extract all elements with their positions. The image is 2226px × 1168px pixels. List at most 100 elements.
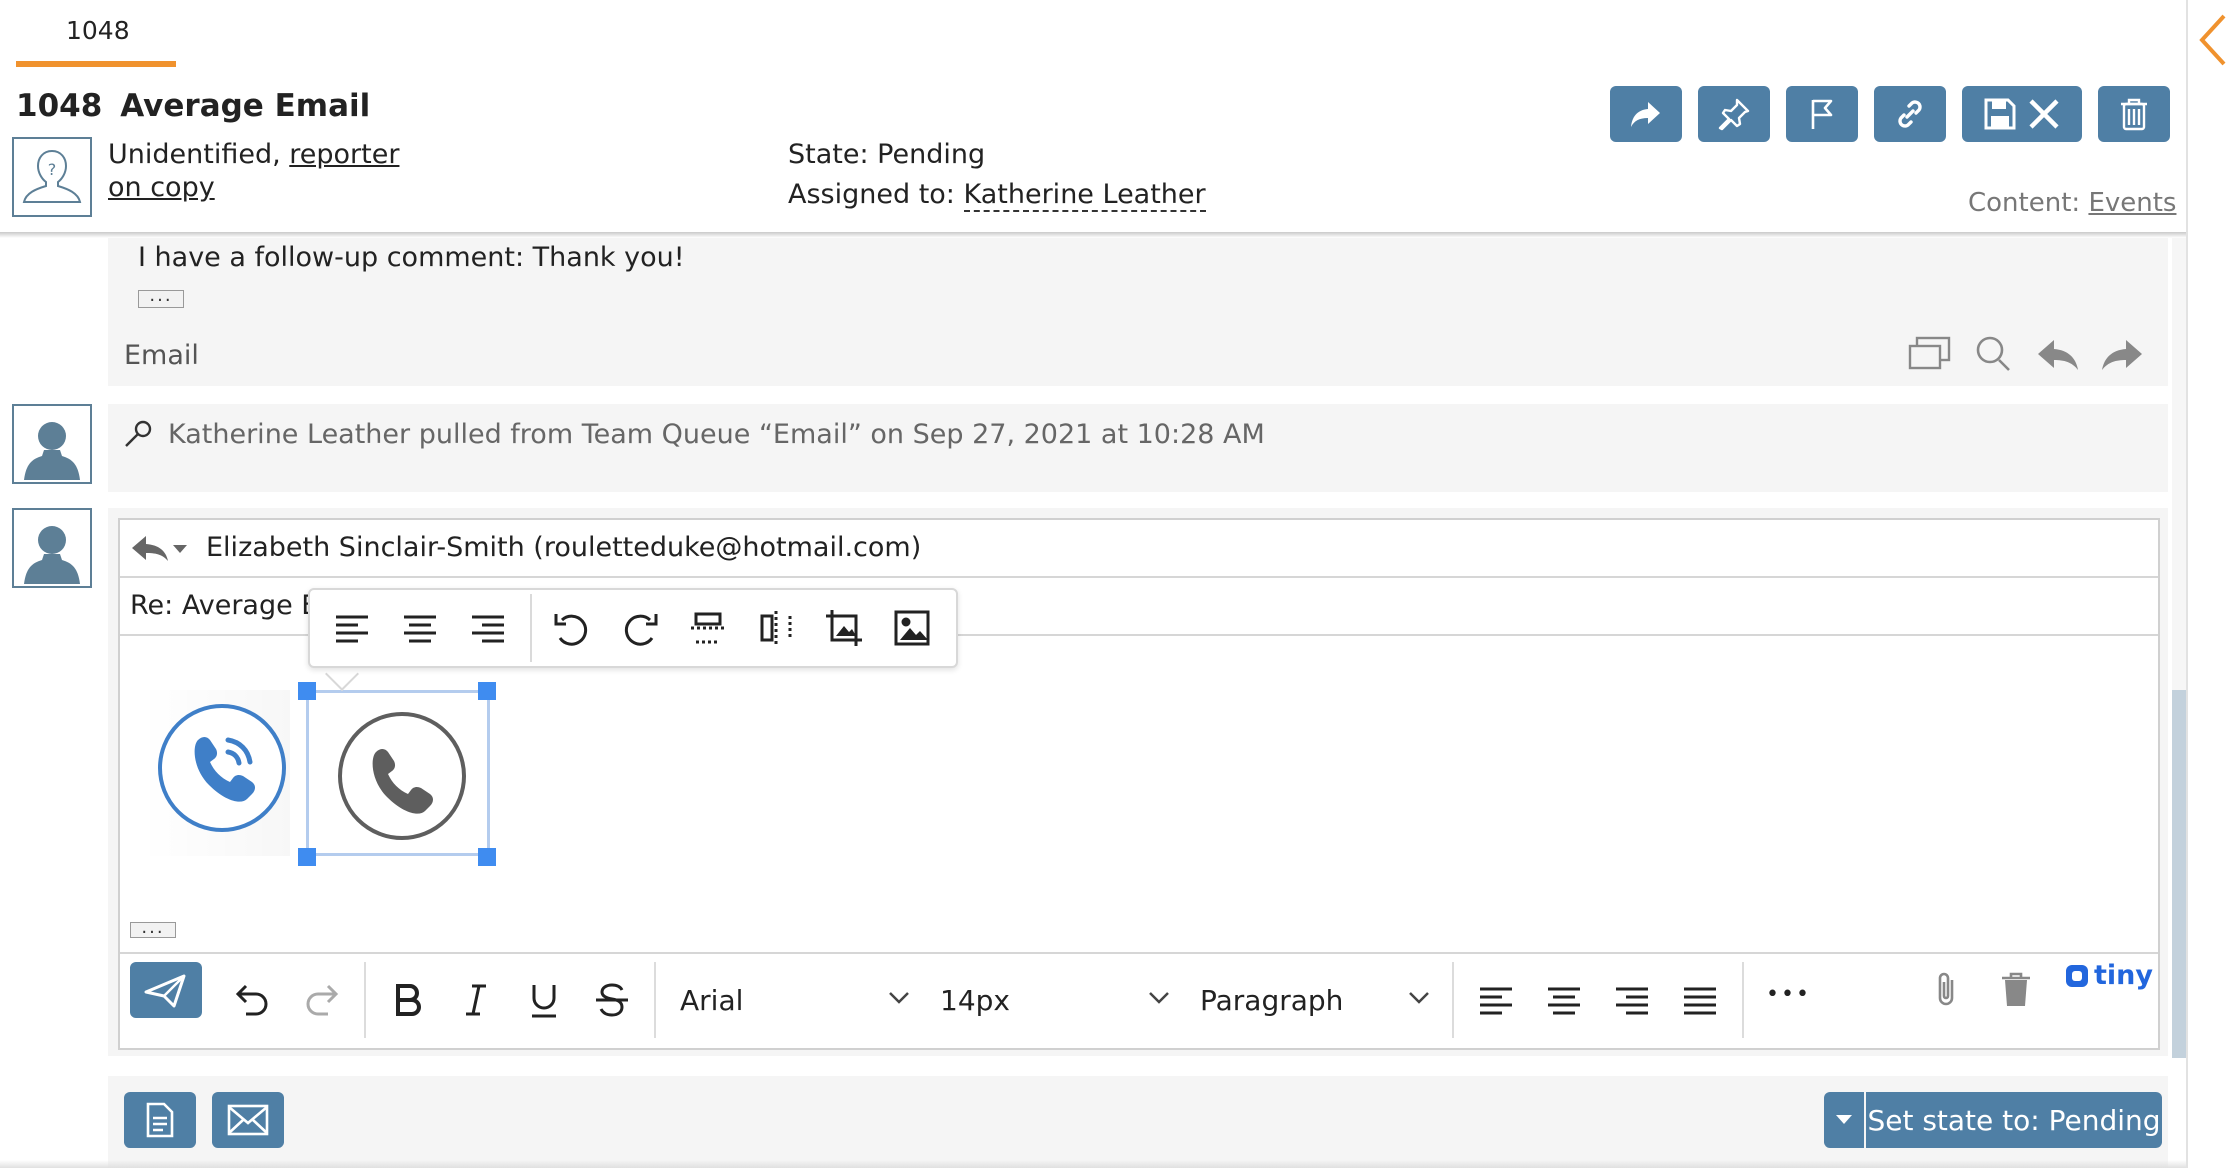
tiny-logo: tiny <box>2064 960 2153 991</box>
toolbar-separator <box>1742 962 1744 1038</box>
close-icon <box>2029 99 2059 129</box>
image-selection-frame[interactable] <box>306 690 490 856</box>
redo-icon[interactable] <box>302 980 342 1020</box>
align-right-icon[interactable] <box>1612 980 1652 1020</box>
envelope-icon <box>227 1104 269 1136</box>
chevron-down-icon[interactable] <box>1148 990 1170 1006</box>
forward-button[interactable] <box>1610 86 1682 142</box>
align-left-icon[interactable] <box>332 608 372 648</box>
svg-text:?: ? <box>48 160 57 179</box>
popout-icon[interactable] <box>1906 334 1954 374</box>
flag-button[interactable] <box>1786 86 1858 142</box>
toolbar-separator <box>1452 962 1454 1038</box>
align-right-icon[interactable] <box>468 608 508 648</box>
save-icon <box>1984 98 2016 130</box>
align-center-icon[interactable] <box>400 608 440 648</box>
magnifier-icon[interactable] <box>1970 334 2018 374</box>
reporter-prefix: Unidentified, <box>108 139 281 170</box>
save-close-button[interactable] <box>1962 86 2082 142</box>
reporter-link-cont[interactable]: on copy <box>108 172 215 203</box>
content-info: Content: Events <box>1968 188 2176 218</box>
agent-avatar <box>12 404 92 484</box>
paperclip-icon[interactable] <box>1928 970 1968 1010</box>
align-justify-icon[interactable] <box>1680 980 1720 1020</box>
reporter-info: Unidentified, reporter <box>108 139 399 170</box>
strikethrough-icon[interactable] <box>592 980 632 1020</box>
ticket-subject: Average Email <box>120 88 371 124</box>
flip-vertical-icon[interactable] <box>688 608 728 648</box>
assigned-info: Assigned to: Katherine Leather <box>788 179 1206 212</box>
rotate-left-icon[interactable] <box>552 608 592 648</box>
chevron-down-icon <box>1836 1115 1852 1124</box>
forward-message-icon[interactable] <box>2098 334 2146 374</box>
image-options-icon[interactable] <box>892 608 932 648</box>
panel-collapse-arrow-icon[interactable] <box>2196 10 2226 70</box>
ticket-number: 1048 <box>16 88 103 124</box>
image-toolbar-separator <box>530 594 532 662</box>
bottom-fade <box>0 1160 2186 1168</box>
pin-icon <box>1718 98 1750 131</box>
rotate-right-icon[interactable] <box>620 608 660 648</box>
assigned-label: Assigned to: <box>788 179 955 210</box>
italic-icon[interactable] <box>456 980 496 1020</box>
resize-handle-se[interactable] <box>478 848 496 866</box>
message-channel: Email <box>124 340 199 371</box>
state-dropdown-toggle[interactable] <box>1824 1092 1864 1148</box>
link-button[interactable] <box>1874 86 1946 142</box>
font-family-select[interactable]: Arial <box>680 984 743 1017</box>
tab-active-indicator <box>16 61 176 67</box>
resize-handle-nw[interactable] <box>298 682 316 700</box>
forward-icon <box>1631 102 1660 127</box>
send-icon <box>144 974 186 1008</box>
note-icon <box>146 1102 174 1138</box>
pin-button[interactable] <box>1698 86 1770 142</box>
state-label: State: <box>788 139 869 170</box>
wrench-icon <box>125 420 152 447</box>
user-outline-icon: ? <box>22 149 82 203</box>
set-state-button[interactable]: Set state to: Pending <box>1866 1092 2162 1148</box>
recipient-field[interactable]: Elizabeth Sinclair-Smith (rouletteduke@h… <box>206 532 921 563</box>
align-left-icon[interactable] <box>1476 980 1516 1020</box>
assignee-link[interactable]: Katherine Leather <box>963 179 1206 212</box>
scrollbar-thumb[interactable] <box>2172 690 2186 1058</box>
content-events-link[interactable]: Events <box>2088 188 2176 218</box>
discard-draft-icon[interactable] <box>1996 970 2036 1010</box>
flip-horizontal-icon[interactable] <box>756 608 796 648</box>
state-value: Pending <box>877 139 986 170</box>
compose-email-button[interactable] <box>212 1092 284 1148</box>
font-size-select[interactable]: 14px <box>940 984 1010 1017</box>
reporter-link[interactable]: reporter <box>289 139 399 170</box>
chevron-down-icon[interactable] <box>172 544 188 554</box>
user-icon <box>24 526 80 584</box>
bold-icon[interactable] <box>388 980 428 1020</box>
undo-icon[interactable] <box>232 980 272 1020</box>
send-button[interactable] <box>130 962 202 1018</box>
reply-icon[interactable] <box>2034 334 2082 374</box>
underline-icon[interactable] <box>524 980 564 1020</box>
reporter-avatar: ? <box>12 137 92 217</box>
more-options-button[interactable]: ••• <box>1766 982 1811 1007</box>
add-note-button[interactable] <box>124 1092 196 1148</box>
chevron-down-icon[interactable] <box>1408 990 1430 1006</box>
phone-icon-blue[interactable] <box>156 702 288 834</box>
content-label: Content: <box>1968 188 2081 218</box>
ticket-tab[interactable]: 1048 <box>66 16 130 45</box>
message-body: I have a follow-up comment: Thank you! <box>138 242 685 273</box>
toolbar-separator <box>364 962 366 1038</box>
reporter-info-line2: on copy <box>108 172 215 203</box>
link-icon <box>1898 100 1922 128</box>
tiny-brand-text: tiny <box>2094 960 2153 991</box>
page-title: 1048 Average Email <box>16 88 370 124</box>
show-trimmed-button[interactable]: ... <box>130 919 176 938</box>
delete-ticket-button[interactable] <box>2098 86 2170 142</box>
resize-handle-sw[interactable] <box>298 848 316 866</box>
resize-handle-ne[interactable] <box>478 682 496 700</box>
align-center-icon[interactable] <box>1544 980 1584 1020</box>
reply-mode-icon[interactable] <box>130 533 170 563</box>
toolbar-separator <box>654 962 656 1038</box>
chevron-down-icon[interactable] <box>888 990 910 1006</box>
edit-image-icon[interactable] <box>824 608 864 648</box>
show-quoted-button[interactable]: ... <box>138 287 184 308</box>
block-format-select[interactable]: Paragraph <box>1200 984 1343 1017</box>
state-info: State: Pending <box>788 139 985 170</box>
